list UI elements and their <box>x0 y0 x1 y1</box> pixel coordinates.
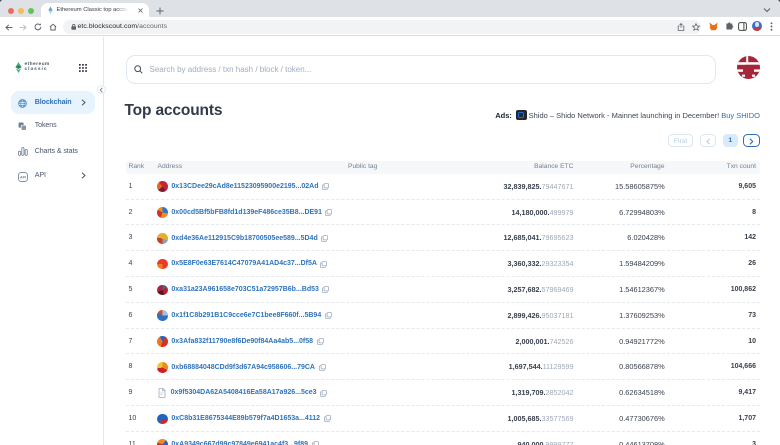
svg-text:API: API <box>20 175 26 179</box>
